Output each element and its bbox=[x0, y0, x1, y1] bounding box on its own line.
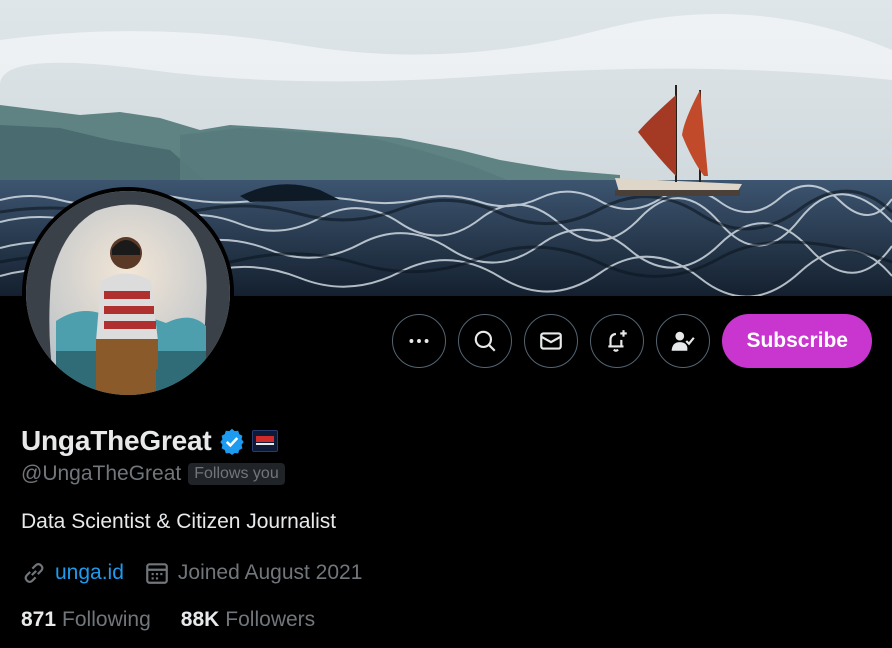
name-row: UngaTheGreat bbox=[21, 422, 872, 460]
search-icon bbox=[475, 330, 496, 352]
joined-item: Joined August 2021 bbox=[144, 560, 363, 586]
notifications-button[interactable] bbox=[590, 314, 645, 368]
bell-plus-icon bbox=[608, 330, 628, 352]
bio: Data Scientist & Citizen Journalist bbox=[21, 510, 337, 533]
following-label: Following bbox=[62, 608, 151, 631]
website-item: unga.id bbox=[21, 560, 124, 586]
following-count: 871 bbox=[21, 608, 57, 631]
display-name: UngaTheGreat bbox=[21, 425, 212, 456]
follow-stats: 871 Following 88K Followers bbox=[21, 608, 872, 632]
profile-meta: unga.id Joined August 2021 bbox=[21, 560, 872, 586]
person-check-icon bbox=[672, 331, 696, 351]
calendar-icon bbox=[146, 563, 168, 584]
handle-row: @UngaTheGreat Follows you bbox=[21, 462, 872, 486]
more-horizontal-icon bbox=[409, 339, 429, 343]
subscribe-button[interactable]: Subscribe bbox=[722, 314, 872, 368]
following-stat[interactable]: 871 Following bbox=[21, 608, 151, 632]
followers-count: 88K bbox=[180, 608, 220, 631]
profile-avatar[interactable] bbox=[22, 187, 234, 399]
followers-stat[interactable]: 88K Followers bbox=[181, 608, 315, 632]
link-icon bbox=[24, 562, 44, 584]
profile-actions: Subscribe bbox=[392, 314, 872, 368]
followers-label: Followers bbox=[225, 608, 316, 631]
website-link[interactable]: unga.id bbox=[55, 561, 124, 585]
message-button[interactable] bbox=[524, 314, 579, 368]
search-button[interactable] bbox=[458, 314, 513, 368]
envelope-icon bbox=[540, 332, 563, 350]
handle: @UngaTheGreat bbox=[21, 462, 182, 485]
more-button[interactable] bbox=[392, 314, 447, 368]
following-button[interactable] bbox=[656, 314, 711, 368]
joined-date: Joined August 2021 bbox=[177, 561, 363, 584]
affiliation-badge-icon[interactable] bbox=[251, 430, 278, 452]
follows-you-badge: Follows you bbox=[188, 463, 285, 485]
profile-info: UngaTheGreat @UngaTheGreat Follows you D… bbox=[21, 422, 872, 632]
verified-badge-icon[interactable] bbox=[218, 427, 246, 455]
